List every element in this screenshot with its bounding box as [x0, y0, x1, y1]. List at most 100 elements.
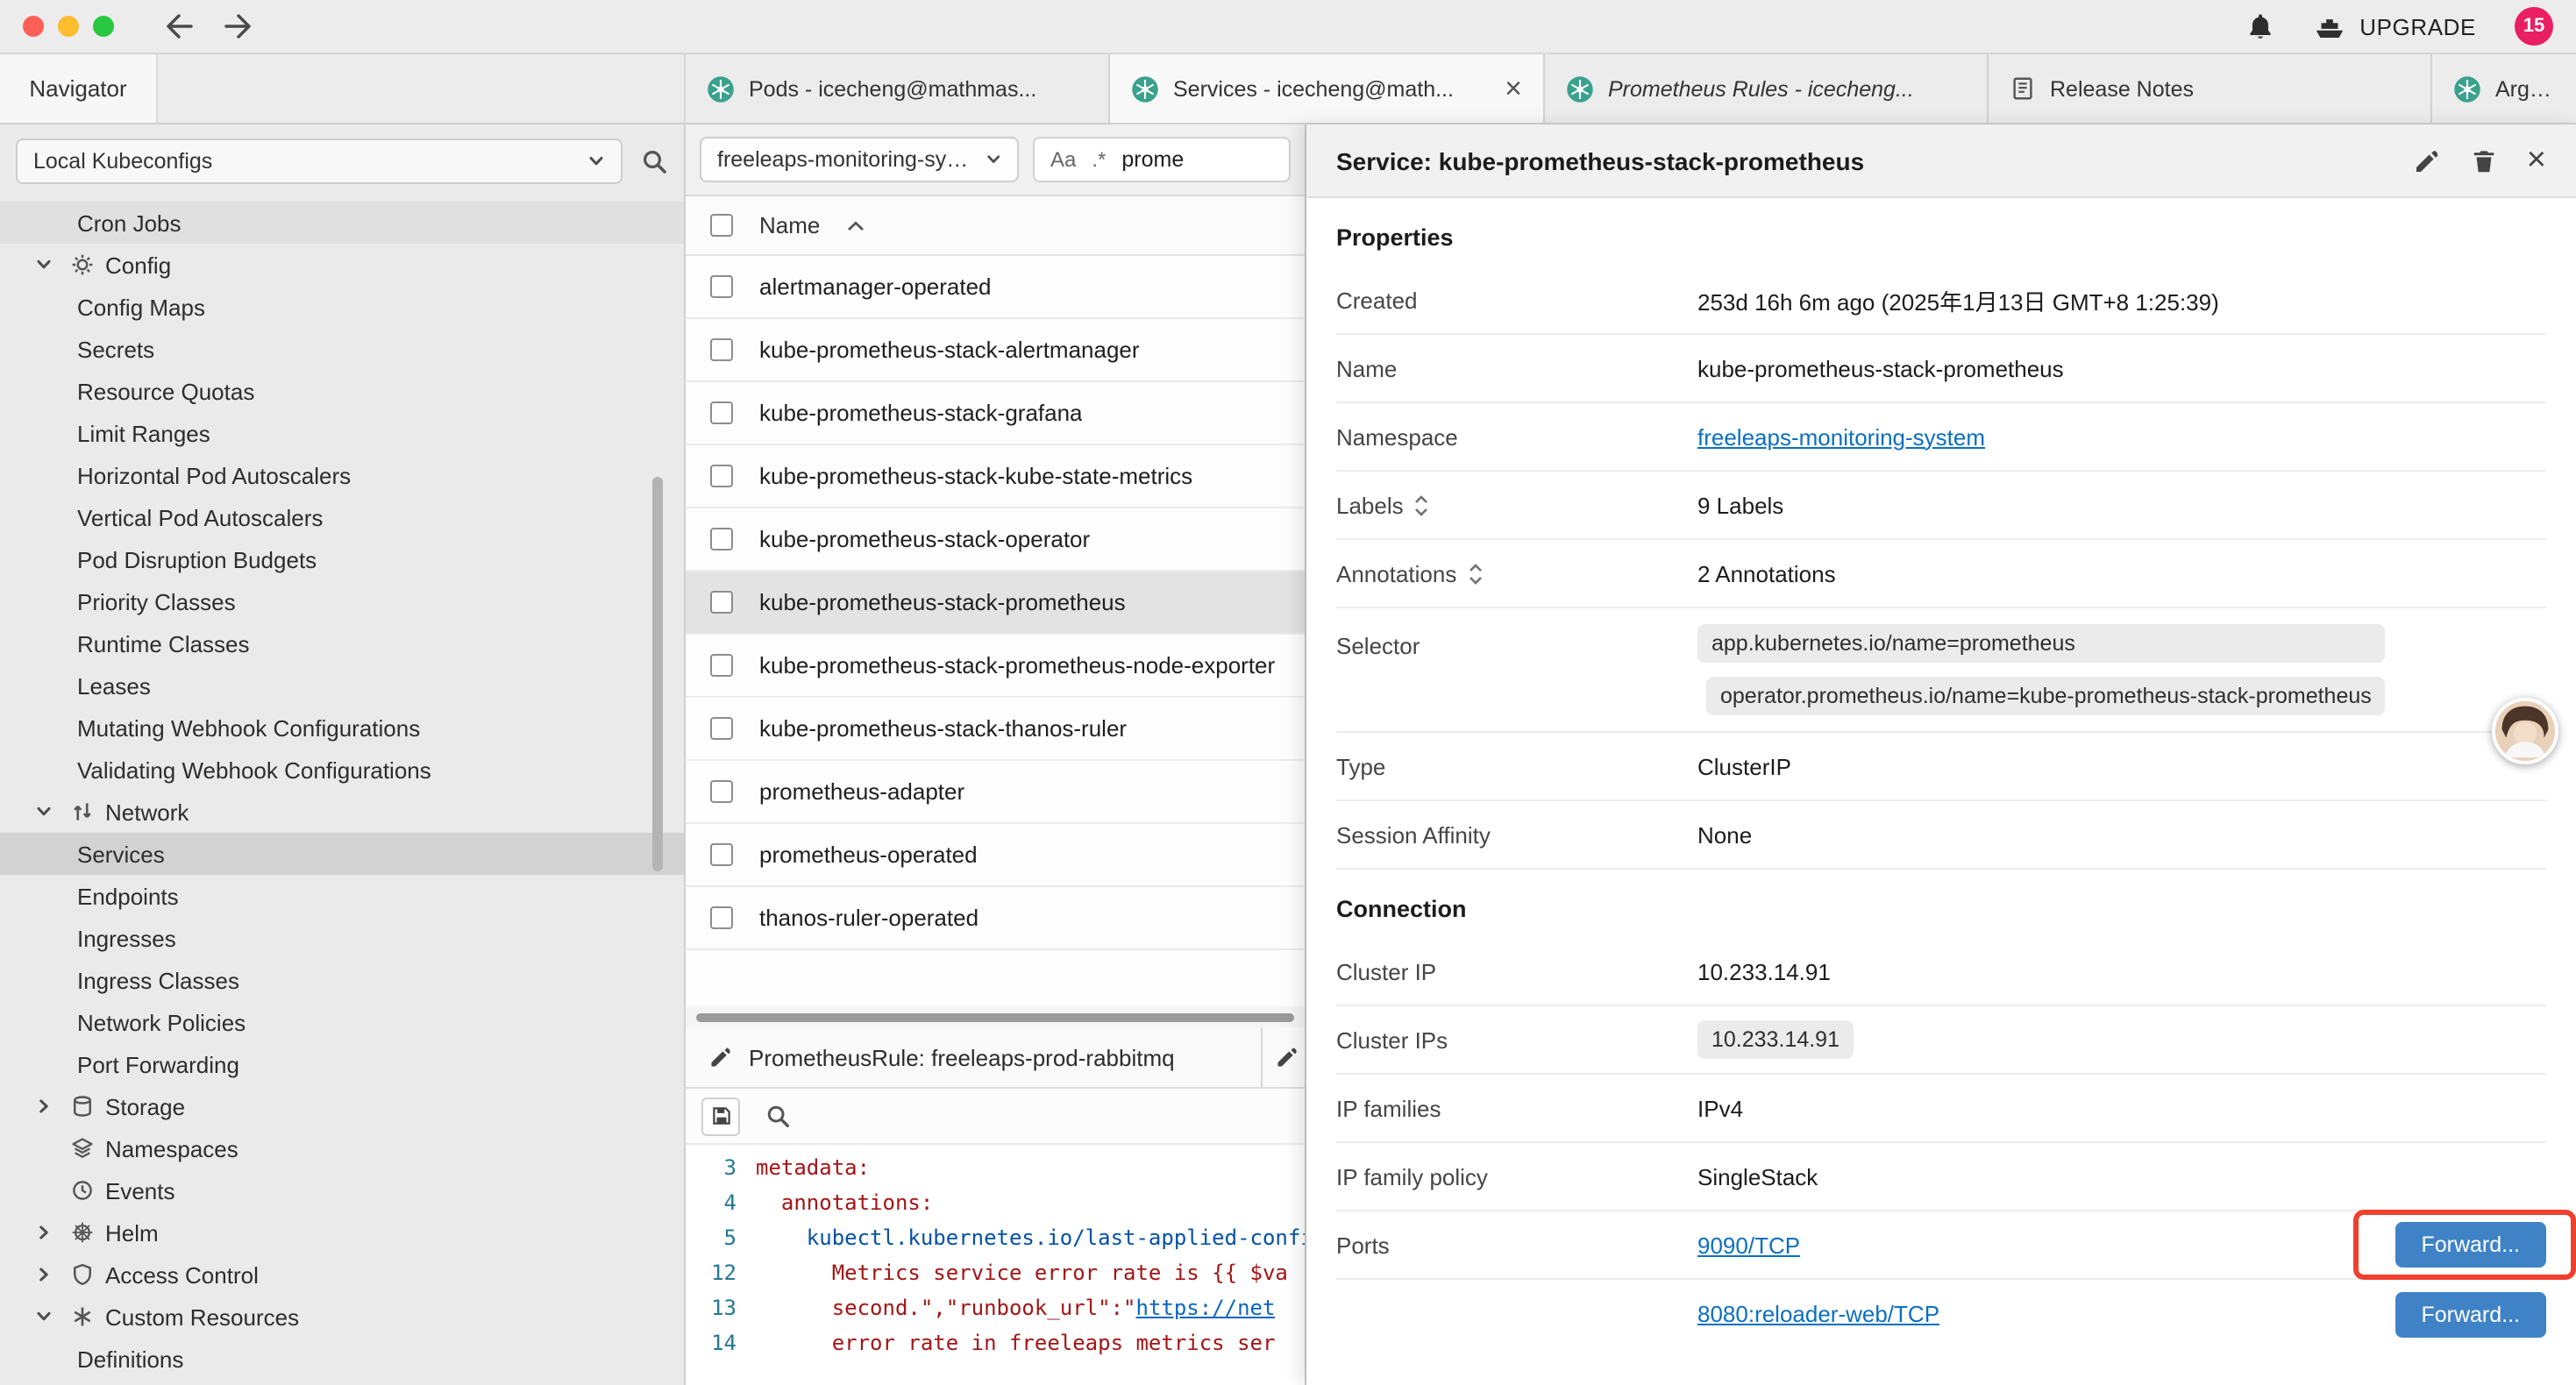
sidebar-item-pod-disruption-budgets[interactable]: Pod Disruption Budgets — [0, 538, 684, 580]
dock-tab-prometheusrule[interactable]: PrometheusRule: freeleaps-prod-rabbitmq — [686, 1027, 1263, 1087]
notification-count-badge[interactable]: 15 — [2515, 7, 2553, 46]
row-checkbox[interactable] — [710, 338, 733, 361]
sidebar-item-port-forwarding[interactable]: Port Forwarding — [0, 1043, 684, 1085]
table-row[interactable]: thanos-ruler-operated — [686, 887, 1305, 950]
sidebar-group-config[interactable]: Config — [0, 244, 684, 286]
sidebar-group-custom-resources[interactable]: Custom Resources — [0, 1296, 684, 1338]
row-checkbox[interactable] — [710, 717, 733, 740]
table-row[interactable]: kube-prometheus-stack-prometheus-node-ex… — [686, 635, 1305, 698]
row-checkbox[interactable] — [710, 275, 733, 298]
namespace-selector[interactable]: freeleaps-monitoring-system — [700, 137, 1019, 182]
row-checkbox[interactable] — [710, 906, 733, 929]
sidebar-item-ingresses[interactable]: Ingresses — [0, 917, 684, 959]
match-case-toggle[interactable]: Aa — [1050, 147, 1076, 172]
table-row[interactable]: kube-prometheus-stack-grafana — [686, 382, 1305, 445]
sidebar-item-config-maps[interactable]: Config Maps — [0, 286, 684, 328]
macos-close-button[interactable] — [23, 16, 44, 37]
tab-argo[interactable]: Argo Se — [2432, 54, 2576, 123]
row-checkbox[interactable] — [710, 528, 733, 550]
navigator-panel-tab[interactable]: Navigator — [0, 54, 158, 123]
row-checkbox[interactable] — [710, 843, 733, 866]
sidebar-group-helm[interactable]: Helm — [0, 1211, 684, 1254]
tab-pods[interactable]: Pods - icecheng@mathmas... — [686, 54, 1110, 123]
sidebar-item-network-policies[interactable]: Network Policies — [0, 1001, 684, 1043]
delete-trash-icon[interactable] — [2471, 146, 2497, 174]
item-search-input[interactable]: Aa .* prome — [1033, 137, 1291, 182]
table-row[interactable]: prometheus-operated — [686, 824, 1305, 887]
table-row[interactable]: kube-prometheus-stack-operator — [686, 508, 1305, 572]
sidebar-item-cron-jobs[interactable]: Cron Jobs — [0, 202, 684, 244]
user-avatar[interactable] — [2492, 698, 2558, 764]
table-row-selected[interactable]: kube-prometheus-stack-prometheus — [686, 572, 1305, 635]
chevron-down-icon[interactable] — [35, 803, 63, 820]
expand-collapse-arrows-icon[interactable] — [1414, 494, 1430, 516]
notifications-bell-icon[interactable] — [2245, 11, 2274, 41]
close-drawer-icon[interactable]: × — [2527, 144, 2546, 177]
back-button[interactable] — [165, 14, 195, 39]
expand-collapse-arrows-icon[interactable] — [1467, 562, 1483, 585]
sidebar-item-resource-quotas[interactable]: Resource Quotas — [0, 370, 684, 412]
sidebar-item-priority-classes[interactable]: Priority Classes — [0, 580, 684, 622]
port-link-8080-reloader-web[interactable]: 8080:reloader-web/TCP — [1697, 1301, 1939, 1327]
name-column-header[interactable]: Name — [759, 212, 820, 238]
sidebar-item-secrets[interactable]: Secrets — [0, 328, 684, 370]
sidebar-item-mutating-webhook-configurations[interactable]: Mutating Webhook Configurations — [0, 707, 684, 749]
sidebar-group-access-control[interactable]: Access Control — [0, 1254, 684, 1296]
upgrade-button[interactable]: UPGRADE — [2312, 13, 2476, 39]
dock-tab-next[interactable] — [1263, 1027, 1305, 1087]
sidebar-group-network[interactable]: Network — [0, 791, 684, 833]
sort-ascending-icon[interactable] — [846, 220, 864, 231]
sidebar-item-limit-ranges[interactable]: Limit Ranges — [0, 412, 684, 454]
editor-search-icon[interactable] — [758, 1097, 796, 1135]
macos-zoom-button[interactable] — [93, 16, 114, 37]
sidebar-search-icon[interactable] — [640, 146, 668, 174]
forward-port-button[interactable]: Forward... — [2395, 1291, 2546, 1337]
table-row[interactable]: kube-prometheus-stack-kube-state-metrics — [686, 445, 1305, 508]
sidebar-item-horizontal-pod-autoscalers[interactable]: Horizontal Pod Autoscalers — [0, 454, 684, 496]
regex-toggle[interactable]: .* — [1092, 147, 1106, 172]
sidebar-item-namespaces[interactable]: Namespaces — [0, 1127, 684, 1169]
save-button[interactable] — [701, 1097, 740, 1135]
row-checkbox[interactable] — [710, 465, 733, 487]
sidebar-group-storage[interactable]: Storage — [0, 1085, 684, 1127]
sidebar-item-leases[interactable]: Leases — [0, 664, 684, 707]
select-all-checkbox[interactable] — [710, 214, 733, 237]
yaml-editor[interactable]: 3metadata: 4 annotations: 5 kubectl.kube… — [686, 1145, 1305, 1385]
tab-prometheus-rules[interactable]: Prometheus Rules - icecheng... — [1545, 54, 1989, 123]
close-tab-icon[interactable]: × — [1505, 74, 1522, 103]
chevron-right-icon[interactable] — [35, 1266, 63, 1283]
sidebar-item-endpoints[interactable]: Endpoints — [0, 875, 684, 917]
table-row[interactable]: alertmanager-operated — [686, 256, 1305, 319]
sidebar-item-validating-webhook-configurations[interactable]: Validating Webhook Configurations — [0, 749, 684, 791]
sidebar-item-ingress-classes[interactable]: Ingress Classes — [0, 959, 684, 1001]
row-checkbox[interactable] — [710, 591, 733, 614]
edit-icon[interactable] — [2413, 146, 2441, 174]
row-checkbox[interactable] — [710, 780, 733, 803]
row-checkbox[interactable] — [710, 401, 733, 424]
table-row[interactable]: kube-prometheus-stack-alertmanager — [686, 319, 1305, 382]
chevron-right-icon[interactable] — [35, 1097, 63, 1115]
kubeconfig-selector[interactable]: Local Kubeconfigs — [16, 138, 623, 183]
sidebar-item-definitions[interactable]: Definitions — [0, 1338, 684, 1380]
chevron-down-icon[interactable] — [35, 256, 63, 273]
table-row[interactable]: prometheus-adapter — [686, 761, 1305, 824]
namespace-link[interactable]: freeleaps-monitoring-system — [1697, 423, 1985, 450]
chevron-down-icon[interactable] — [35, 1308, 63, 1325]
tab-release-notes[interactable]: Release Notes — [1989, 54, 2432, 123]
sidebar-item-runtime-classes[interactable]: Runtime Classes — [0, 622, 684, 664]
forward-port-button[interactable]: Forward... — [2395, 1222, 2546, 1268]
labels-count-value[interactable]: 9 Labels — [1697, 492, 2546, 518]
horizontal-scrollbar[interactable] — [696, 1012, 1294, 1021]
chevron-right-icon[interactable] — [35, 1224, 63, 1241]
sidebar-item-vertical-pod-autoscalers[interactable]: Vertical Pod Autoscalers — [0, 496, 684, 538]
table-row[interactable]: kube-prometheus-stack-thanos-ruler — [686, 698, 1305, 761]
tab-services[interactable]: Services - icecheng@math... × — [1110, 54, 1545, 123]
macos-minimize-button[interactable] — [58, 16, 79, 37]
sidebar-scrollbar[interactable] — [652, 477, 663, 871]
sidebar-item-services[interactable]: Services — [0, 833, 684, 875]
sidebar-item-events[interactable]: Events — [0, 1169, 684, 1211]
row-checkbox[interactable] — [710, 654, 733, 677]
forward-button[interactable] — [223, 14, 253, 39]
search-query-text[interactable]: prome — [1121, 147, 1184, 172]
port-link-9090[interactable]: 9090/TCP — [1697, 1232, 1800, 1258]
